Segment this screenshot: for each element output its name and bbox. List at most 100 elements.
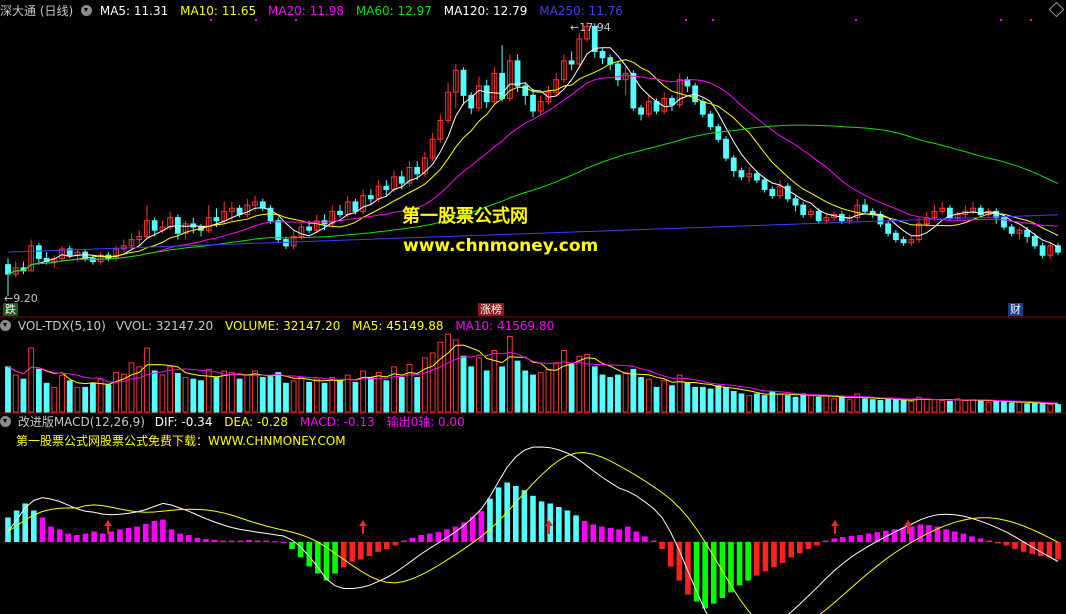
macd-indicator-name[interactable]: 改进版MACD(12,26,9) [18, 415, 145, 429]
volume-bar [352, 381, 359, 413]
macd-bar [469, 516, 476, 542]
volume-bar [12, 374, 19, 413]
volume-bar [900, 400, 907, 413]
volume-bar [1055, 404, 1061, 413]
macd-bar [142, 523, 149, 542]
volume-bar [59, 374, 65, 413]
dropdown-icon[interactable] [0, 320, 11, 331]
volume-bar [792, 396, 799, 413]
stock-chart[interactable] [0, 0, 1066, 614]
volume-bar [885, 398, 892, 413]
macd-bar [771, 542, 777, 568]
dropdown-icon[interactable] [81, 5, 93, 16]
candle-body [568, 60, 575, 65]
volume-bar [74, 386, 81, 413]
candle-body [213, 217, 220, 222]
macd-bar [908, 526, 915, 542]
volume-bar [82, 386, 89, 413]
candle-body [337, 210, 343, 215]
macd-bar [633, 531, 640, 542]
candle-body [715, 126, 722, 140]
badge-rank[interactable]: 涨榜 [478, 303, 504, 316]
vol-ma10-value: MA10: 41569.80 [455, 319, 555, 333]
macd-bar [650, 540, 657, 542]
volume-bar [947, 400, 953, 413]
candle-body [35, 245, 42, 259]
macd-bar [960, 533, 967, 542]
candle-body [738, 170, 745, 178]
candle-body [1008, 226, 1015, 234]
signal-dot [1030, 19, 1032, 21]
macd-bar [383, 542, 390, 549]
ma5-value: MA5: 11.31 [99, 4, 169, 18]
macd-bar [74, 535, 80, 542]
candle-body [684, 79, 691, 87]
volume-bar [398, 377, 405, 413]
macd-bar [805, 542, 812, 549]
macd-bar [39, 517, 46, 542]
vol-indicator-name[interactable]: VOL-TDX(5,10) [18, 319, 106, 333]
volume-bar [707, 388, 714, 413]
macd-bar [426, 533, 433, 542]
volume-bar [1016, 401, 1023, 413]
macd-bar [512, 486, 519, 542]
macd-bar [917, 524, 924, 542]
candle-body [669, 97, 675, 106]
macd-bar [495, 487, 502, 542]
macd-bar [375, 542, 381, 552]
macd-bar [573, 515, 579, 542]
macd-bar [22, 503, 29, 542]
macd-bar [366, 542, 373, 556]
dif-value: DIF: -0.34 [154, 415, 213, 429]
stock-name[interactable]: 深大通 (日线) [0, 4, 73, 18]
volume-bar [1031, 402, 1038, 413]
volume-bar [290, 380, 297, 413]
candle-body [862, 204, 868, 212]
volume-bar [445, 333, 451, 413]
volume-bar [313, 378, 320, 413]
volume-bar [167, 366, 174, 413]
volume-bar [298, 377, 305, 413]
macd-bar [710, 542, 717, 604]
volume-bar [229, 372, 235, 413]
main-header: 深大通 (日线) MA5: 11.31 MA10: 11.65 MA20: 11… [0, 2, 631, 20]
badge-finance[interactable]: 财 [1008, 303, 1023, 316]
candle-body [885, 223, 892, 234]
macd-bar [900, 528, 906, 542]
macd-bar [590, 524, 597, 542]
macd-bar [994, 542, 1001, 544]
volume-bar [514, 360, 521, 413]
badge-down[interactable]: 跌 [3, 303, 18, 316]
macd-bar [840, 537, 846, 542]
ma10-value: MA10: 11.65 [180, 4, 257, 18]
candle-body [784, 185, 791, 200]
volume-bar [506, 336, 513, 413]
volume-bar [746, 395, 753, 413]
ma120-value: MA120: 12.79 [443, 4, 528, 18]
volume-bar [252, 370, 258, 413]
candle-body [900, 239, 907, 244]
candle-body [151, 220, 158, 231]
macd-bar [736, 542, 743, 586]
macd-bar [642, 536, 648, 542]
macd-bar [401, 540, 407, 542]
macd-bar [530, 495, 536, 542]
volume-bar [476, 357, 482, 413]
dropdown-icon[interactable] [0, 416, 11, 427]
volume-bar [113, 372, 119, 413]
candle-body [499, 72, 506, 99]
volume-bar [221, 370, 228, 413]
macd-bar [797, 542, 803, 554]
macd-bar [487, 498, 493, 542]
macd-bar [848, 535, 855, 542]
volume-bar [537, 372, 544, 413]
volume-bar [993, 400, 1000, 413]
volume-bar [869, 399, 876, 413]
candle-body [638, 107, 644, 115]
volume-bar [545, 368, 552, 413]
volume-bar [777, 393, 783, 413]
buy-arrow-icon [359, 520, 367, 534]
volume-bar [568, 363, 575, 413]
volume-bar [591, 366, 598, 413]
volume-bar [607, 377, 614, 413]
